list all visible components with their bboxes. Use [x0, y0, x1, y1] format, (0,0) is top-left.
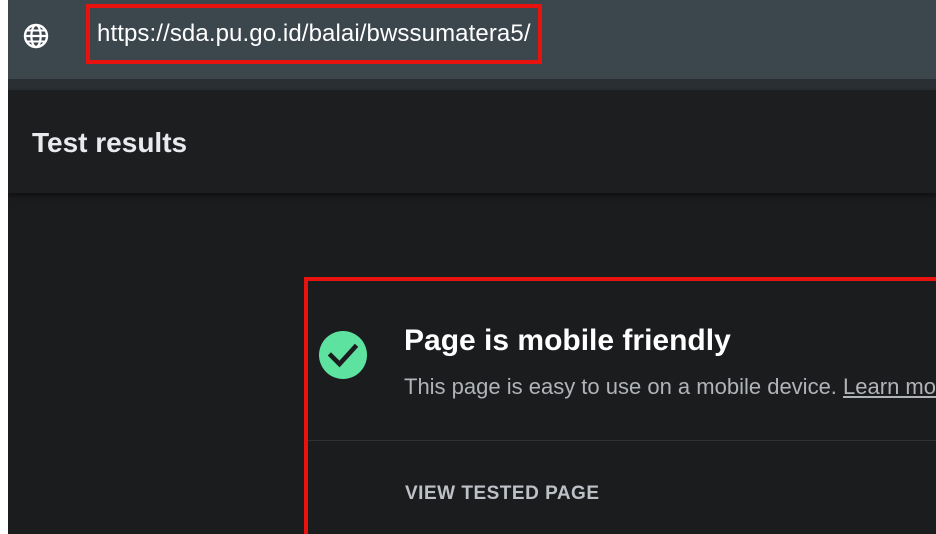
view-tested-page-button[interactable]: VIEW TESTED PAGE — [405, 483, 600, 505]
result-description-text: This page is easy to use on a mobile dev… — [404, 374, 844, 399]
result-card-highlight-box — [304, 277, 936, 534]
url-bar-shadow — [8, 79, 936, 90]
check-circle-icon — [318, 330, 368, 380]
page-title: Test results — [32, 127, 188, 158]
result-description: This page is easy to use on a mobile dev… — [404, 374, 936, 400]
card-divider — [308, 440, 936, 441]
globe-icon — [22, 22, 50, 50]
result-heading: Page is mobile friendly — [404, 324, 731, 357]
url-bar: https://sda.pu.go.id/balai/bwssumatera5/ — [8, 0, 936, 79]
learn-more-link[interactable]: Learn more — [843, 374, 936, 399]
app-frame: https://sda.pu.go.id/balai/bwssumatera5/… — [8, 0, 936, 534]
url-highlight-box — [86, 4, 542, 64]
